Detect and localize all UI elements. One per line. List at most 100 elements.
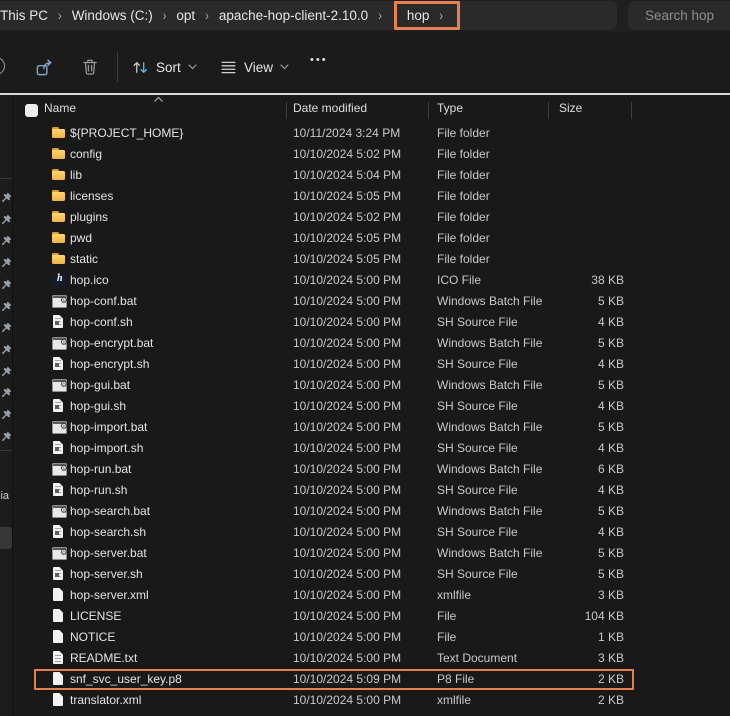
file-size: 3 KB: [549, 585, 632, 606]
select-all-checkbox[interactable]: [25, 104, 38, 117]
breadcrumb-item[interactable]: hop: [407, 8, 430, 23]
file-row[interactable]: plugins 10/10/2024 5:02 PM File folder: [14, 207, 730, 228]
file-row[interactable]: hop-gui.sh 10/10/2024 5:00 PM SH Source …: [14, 396, 730, 417]
clipped-toolbar-icon[interactable]: [0, 57, 5, 75]
breadcrumb-item[interactable]: This PC: [0, 8, 48, 23]
column-header-size[interactable]: Size: [549, 97, 632, 121]
address-bar[interactable]: This PC › Windows (C:) › opt › apache-hop-clie…: [0, 1, 617, 30]
file-date-modified: 10/10/2024 5:00 PM: [287, 606, 429, 627]
column-header-type[interactable]: Type: [429, 97, 549, 121]
row-empty-cell: [632, 564, 730, 585]
sort-button[interactable]: Sort: [128, 53, 201, 81]
file-row[interactable]: ${PROJECT_HOME} 10/11/2024 3:24 PM File …: [14, 123, 730, 144]
file-row[interactable]: hop-search.sh 10/10/2024 5:00 PM SH Sour…: [14, 522, 730, 543]
text-file-icon: [52, 651, 66, 665]
file-row[interactable]: config 10/10/2024 5:02 PM File folder: [14, 144, 730, 165]
breadcrumb-item[interactable]: Windows (C:): [72, 8, 153, 23]
breadcrumb-item[interactable]: opt: [176, 8, 195, 23]
file-name: hop-conf.sh: [70, 315, 133, 329]
file-name: static: [70, 252, 98, 266]
file-size: [549, 207, 632, 228]
file-row[interactable]: hop-run.bat 10/10/2024 5:00 PM Windows B…: [14, 459, 730, 480]
file-row[interactable]: hop-conf.sh 10/10/2024 5:00 PM SH Source…: [14, 312, 730, 333]
file-name-cell: static: [14, 249, 287, 270]
breadcrumb-item[interactable]: apache-hop-client-2.10.0: [219, 8, 368, 23]
row-empty-cell: [632, 543, 730, 564]
file-icon: [52, 672, 66, 686]
hop-logo-icon: [52, 273, 66, 287]
file-size: 3 KB: [549, 648, 632, 669]
file-type: File folder: [429, 144, 549, 165]
breadcrumb-chevron-icon[interactable]: ›: [439, 8, 443, 23]
file-size: 5 KB: [549, 501, 632, 522]
file-row[interactable]: hop-encrypt.sh 10/10/2024 5:00 PM SH Sou…: [14, 354, 730, 375]
file-date-modified: 10/10/2024 5:00 PM: [287, 438, 429, 459]
pushpin-icon: [1, 385, 12, 396]
file-row[interactable]: hop-server.bat 10/10/2024 5:00 PM Window…: [14, 543, 730, 564]
pushpin-icon: [1, 320, 12, 331]
file-row[interactable]: static 10/10/2024 5:05 PM File folder: [14, 249, 730, 270]
file-row[interactable]: README.txt 10/10/2024 5:00 PM Text Docum…: [14, 648, 730, 669]
file-row[interactable]: hop.ico 10/10/2024 5:00 PM ICO File 38 K…: [14, 270, 730, 291]
file-date-modified: 10/10/2024 5:02 PM: [287, 207, 429, 228]
file-row[interactable]: hop-conf.bat 10/10/2024 5:00 PM Windows …: [14, 291, 730, 312]
sidebar-selected-item[interactable]: [0, 527, 12, 549]
breadcrumb-chevron-icon[interactable]: ›: [378, 8, 382, 23]
file-row[interactable]: hop-search.bat 10/10/2024 5:00 PM Window…: [14, 501, 730, 522]
file-type: File folder: [429, 186, 549, 207]
file-type: File: [429, 606, 549, 627]
search-box[interactable]: Search hop: [628, 1, 730, 30]
file-row-highlighted[interactable]: snf_svc_user_key.p8 10/10/2024 5:09 PM P…: [14, 669, 730, 690]
pushpin-icon: [1, 364, 12, 375]
share-button[interactable]: [31, 54, 57, 80]
shell-script-icon: [52, 357, 66, 371]
breadcrumb-chevron-icon[interactable]: ›: [205, 8, 209, 23]
file-row[interactable]: hop-server.sh 10/10/2024 5:00 PM SH Sour…: [14, 564, 730, 585]
file-row[interactable]: hop-server.xml 10/10/2024 5:00 PM xmlfil…: [14, 585, 730, 606]
file-size: 2 KB: [549, 690, 632, 711]
view-button[interactable]: View: [216, 53, 293, 81]
file-size: 5 KB: [549, 564, 632, 585]
folder-icon: [52, 252, 66, 266]
file-type: Windows Batch File: [429, 417, 549, 438]
file-row[interactable]: translator.xml 10/10/2024 5:00 PM xmlfil…: [14, 690, 730, 711]
file-explorer-window: This PC › Windows (C:) › opt › apache-hop-clie…: [0, 0, 730, 716]
file-row[interactable]: hop-run.sh 10/10/2024 5:00 PM SH Source …: [14, 480, 730, 501]
file-type: SH Source File: [429, 354, 549, 375]
file-name-cell: hop-encrypt.sh: [14, 354, 287, 375]
file-name: hop-server.bat: [70, 546, 147, 560]
file-date-modified: 10/10/2024 5:00 PM: [287, 627, 429, 648]
delete-button[interactable]: [77, 54, 103, 80]
file-row[interactable]: lib 10/10/2024 5:04 PM File folder: [14, 165, 730, 186]
file-date-modified: 10/10/2024 5:02 PM: [287, 144, 429, 165]
file-date-modified: 10/10/2024 5:00 PM: [287, 417, 429, 438]
file-date-modified: 10/10/2024 5:04 PM: [287, 165, 429, 186]
sidebar-divider: [0, 450, 12, 451]
file-row[interactable]: hop-import.sh 10/10/2024 5:00 PM SH Sour…: [14, 438, 730, 459]
file-row[interactable]: pwd 10/10/2024 5:05 PM File folder: [14, 228, 730, 249]
file-row[interactable]: hop-encrypt.bat 10/10/2024 5:00 PM Windo…: [14, 333, 730, 354]
file-row[interactable]: hop-import.bat 10/10/2024 5:00 PM Window…: [14, 417, 730, 438]
file-name: README.txt: [70, 651, 137, 665]
view-label: View: [244, 60, 273, 75]
breadcrumb-chevron-icon[interactable]: ›: [163, 8, 167, 23]
navigation-pane-clipped[interactable]: lia: [0, 95, 13, 716]
pushpin-icon: [1, 190, 12, 201]
file-row[interactable]: LICENSE 10/10/2024 5:00 PM File 104 KB: [14, 606, 730, 627]
column-header-name[interactable]: Name: [14, 97, 287, 121]
breadcrumb-chevron-icon[interactable]: ›: [58, 8, 62, 23]
more-options-button[interactable]: •••: [310, 54, 328, 66]
file-rows: ${PROJECT_HOME} 10/11/2024 3:24 PM File …: [14, 123, 730, 711]
file-date-modified: 10/10/2024 5:09 PM: [287, 669, 429, 690]
column-header-date-modified[interactable]: Date modified: [287, 97, 429, 121]
file-size: [549, 123, 632, 144]
file-row[interactable]: licenses 10/10/2024 5:05 PM File folder: [14, 186, 730, 207]
sidebar-divider: [0, 178, 12, 179]
file-date-modified: 10/10/2024 5:00 PM: [287, 375, 429, 396]
file-row[interactable]: NOTICE 10/10/2024 5:00 PM File 1 KB: [14, 627, 730, 648]
row-empty-cell: [632, 291, 730, 312]
file-row[interactable]: hop-gui.bat 10/10/2024 5:00 PM Windows B…: [14, 375, 730, 396]
column-header-label: Type: [437, 101, 463, 115]
file-list: Name Date modified Type Size: [14, 95, 730, 716]
file-size: 4 KB: [549, 396, 632, 417]
